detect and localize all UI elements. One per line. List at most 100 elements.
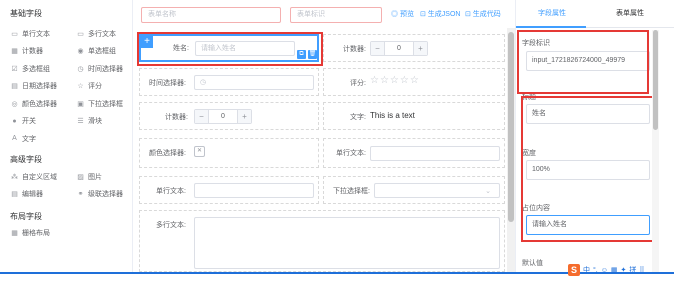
form-canvas: + 姓名: 请输入姓名 ⧉ 🗑 计数器: − 0 + 时间选择器: ◷ 评分: …	[135, 28, 507, 272]
advanced-field-item[interactable]: ⚭ 级联选择器	[76, 187, 132, 200]
scrollbar-thumb[interactable]	[653, 30, 658, 130]
text-label: 文字:	[350, 114, 366, 121]
rating-cell[interactable]: 评分: ☆☆☆☆☆	[323, 68, 505, 96]
minus-icon[interactable]: −	[371, 42, 385, 55]
advanced-field-item[interactable]: ▤ 编辑器	[10, 187, 66, 200]
basic-field-item-label: 评分	[88, 83, 102, 90]
editor-icon: ▤	[11, 190, 18, 198]
canvas-scrollbar[interactable]	[507, 28, 515, 272]
properties-scrollbar[interactable]	[652, 30, 659, 272]
time-picker-input[interactable]: ◷	[194, 75, 314, 90]
custom-area-icon: ⁂	[11, 173, 18, 181]
ime-button[interactable]: ✦	[621, 267, 627, 274]
scrollbar-thumb[interactable]	[508, 32, 514, 222]
text-value: This is a text	[370, 111, 415, 120]
form-id-input[interactable]: 表单标识	[290, 7, 382, 23]
component-palette: 基础字段 ▭ 单行文本 ▭ 多行文本 ▦ 计数器 ◉ 单选框组 ☑ 多选框组 ◷ 时间选择器 ▤ 日期选择…	[0, 0, 133, 272]
ime-button[interactable]: 拼	[629, 267, 636, 274]
palette-icon: ◎	[11, 100, 18, 108]
single-text-input[interactable]	[370, 146, 500, 161]
basic-field-item[interactable]: ☑ 多选框组	[10, 62, 66, 75]
basic-field-item[interactable]: ▭ 多行文本	[76, 27, 132, 40]
dropdown-cell[interactable]: 下拉选择框: ⌄	[323, 176, 505, 204]
clock-icon: ◷	[200, 79, 207, 86]
advanced-field-item[interactable]: ⁂ 自定义区域	[10, 170, 66, 183]
advanced-field-item-label: 级联选择器	[88, 190, 123, 198]
color-picker-cell[interactable]: 颜色选择器: ✕	[139, 138, 319, 168]
single-text-label: 单行文本:	[336, 150, 366, 157]
basic-field-item-label: 开关	[22, 118, 36, 125]
switch-icon: ●	[12, 117, 17, 125]
cascader-icon: ⚭	[77, 190, 84, 198]
basic-field-item[interactable]: ☰ 滑块	[76, 115, 132, 128]
counter-value[interactable]: 0	[385, 42, 413, 55]
input-icon: ▭	[11, 30, 18, 38]
multi-text-cell[interactable]: 多行文本:	[139, 210, 505, 272]
advanced-field-item[interactable]: ▨ 图片	[76, 170, 132, 183]
calendar-icon: ▤	[11, 83, 18, 90]
counter2-value[interactable]: 0	[209, 110, 237, 123]
slider-icon: ☰	[77, 118, 84, 125]
basic-field-item[interactable]: ▦ 计数器	[10, 45, 66, 58]
chevron-down-icon: ⌄	[485, 188, 491, 195]
advanced-field-item-label: 编辑器	[22, 190, 43, 198]
counter-field-cell[interactable]: 计数器: − 0 +	[323, 34, 505, 62]
annotation-box-name	[137, 32, 323, 66]
layout-field-item-label: 栅格布局	[22, 229, 50, 237]
basic-field-item-label: 日期选择器	[22, 83, 57, 90]
text-cell[interactable]: 文字: This is a text	[323, 102, 505, 130]
rating-stars[interactable]: ☆☆☆☆☆	[370, 75, 420, 86]
single-text-cell[interactable]: 单行文本:	[323, 138, 505, 168]
basic-field-item[interactable]: ◉ 单选框组	[76, 45, 132, 58]
basic-field-item[interactable]: ▭ 单行文本	[10, 27, 66, 40]
ime-button[interactable]: ▦	[611, 267, 618, 274]
single-text2-input[interactable]	[194, 183, 314, 198]
ime-button[interactable]: 中	[583, 267, 590, 274]
dropdown-select[interactable]: ⌄	[374, 183, 500, 198]
multi-text-input[interactable]	[194, 217, 500, 269]
color-swatch[interactable]: ✕	[194, 146, 205, 157]
annotation-box-properties	[521, 96, 655, 242]
clock-icon: ◷	[77, 65, 84, 73]
basic-field-item[interactable]: ▣ 下拉选择框	[76, 97, 132, 110]
counter-stepper[interactable]: − 0 +	[370, 41, 428, 56]
basic-field-item[interactable]: ☆ 评分	[76, 80, 132, 93]
tab-form-properties[interactable]: 表单属性	[616, 8, 644, 18]
time-picker-cell[interactable]: 时间选择器: ◷	[139, 68, 319, 96]
text-icon: A	[12, 135, 17, 142]
generate-code-button[interactable]: ⊡ 生成代码	[465, 9, 501, 19]
form-name-input[interactable]: 表单名称	[141, 7, 281, 23]
basic-field-item[interactable]: ◷ 时间选择器	[76, 62, 132, 75]
basic-field-item-label: 时间选择器	[88, 65, 123, 73]
plus-icon[interactable]: +	[413, 42, 427, 55]
layout-field-item[interactable]: ▦ 栅格布局	[10, 226, 66, 239]
generate-json-button[interactable]: ⊡ 生成JSON	[420, 9, 460, 19]
grid-icon: ▦	[11, 229, 18, 237]
ime-button[interactable]: ☺	[601, 267, 608, 274]
rating-label: 评分:	[350, 80, 366, 87]
plus-icon[interactable]: +	[237, 110, 251, 123]
tab-field-properties[interactable]: 字段属性	[538, 8, 566, 18]
annotation-box-field-id	[517, 30, 649, 94]
basic-field-item[interactable]: ◎ 颜色选择器	[10, 97, 66, 110]
counter2-cell[interactable]: 计数器: − 0 +	[139, 102, 319, 130]
preview-button[interactable]: ◎ 预览	[391, 9, 414, 19]
minus-icon[interactable]: −	[195, 110, 209, 123]
single-text2-cell[interactable]: 单行文本:	[139, 176, 319, 204]
counter2-stepper[interactable]: − 0 +	[194, 109, 252, 124]
default-value-label: 默认值	[522, 260, 543, 267]
ime-button[interactable]: °,	[593, 267, 598, 274]
basic-field-item[interactable]: A 文字	[10, 132, 66, 145]
select-icon: ▣	[77, 100, 84, 108]
counter-label: 计数器:	[343, 46, 366, 53]
basic-field-item[interactable]: ● 开关	[10, 115, 66, 128]
ime-toolbar[interactable]: S 中 °, ☺ ▦ ✦ 拼 ⠿	[568, 264, 648, 276]
image-icon: ▨	[77, 173, 84, 181]
basic-field-item[interactable]: ▤ 日期选择器	[10, 80, 66, 93]
basic-field-item-label: 多选框组	[22, 65, 50, 73]
ime-button[interactable]: ⠿	[639, 267, 644, 274]
basic-field-item-label: 颜色选择器	[22, 100, 57, 108]
multi-text-label: 多行文本:	[156, 222, 186, 229]
layout-fields-title: 布局字段	[10, 212, 42, 221]
sogou-logo[interactable]: S	[568, 264, 580, 276]
